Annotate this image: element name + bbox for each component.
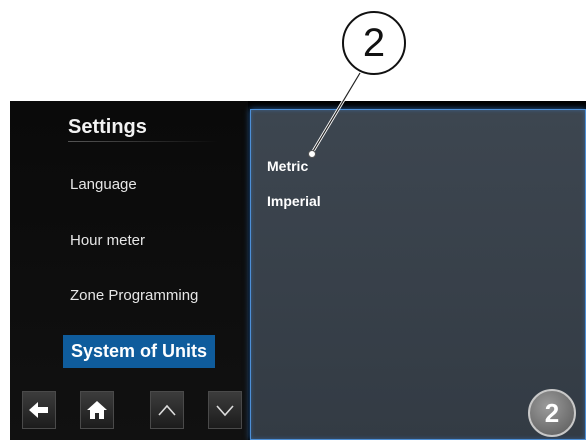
home-icon bbox=[87, 401, 107, 419]
sidebar-divider bbox=[68, 141, 218, 142]
page-number-badge: 2 bbox=[528, 389, 576, 437]
navigation-bar bbox=[22, 391, 242, 431]
settings-sidebar: Settings Language Hour meter Zone Progra… bbox=[10, 101, 248, 440]
manual-figure: 2 Settings Language Hour meter Zone Prog… bbox=[0, 0, 586, 448]
sidebar-title: Settings bbox=[68, 116, 147, 138]
menu-item-system-of-units[interactable]: System of Units bbox=[63, 335, 216, 368]
scroll-up-button[interactable] bbox=[150, 391, 184, 429]
chevron-up-icon bbox=[158, 404, 176, 416]
menu-item-hour-meter[interactable]: Hour meter bbox=[70, 232, 145, 249]
unit-option-metric[interactable]: Metric bbox=[267, 158, 308, 174]
back-button[interactable] bbox=[22, 391, 56, 429]
scroll-down-button[interactable] bbox=[208, 391, 242, 429]
units-panel: Metric Imperial bbox=[250, 109, 586, 440]
menu-item-zone-programming[interactable]: Zone Programming bbox=[70, 287, 198, 304]
menu-item-language[interactable]: Language bbox=[70, 176, 137, 193]
callout-label: 2 bbox=[362, 20, 386, 65]
page-badge-label: 2 bbox=[544, 397, 560, 428]
unit-option-imperial[interactable]: Imperial bbox=[267, 193, 321, 209]
arrow-left-icon bbox=[29, 402, 48, 418]
chevron-down-icon bbox=[216, 405, 234, 417]
home-button[interactable] bbox=[80, 391, 114, 429]
callout-number: 2 bbox=[342, 11, 406, 75]
device-screen: Settings Language Hour meter Zone Progra… bbox=[10, 101, 586, 440]
